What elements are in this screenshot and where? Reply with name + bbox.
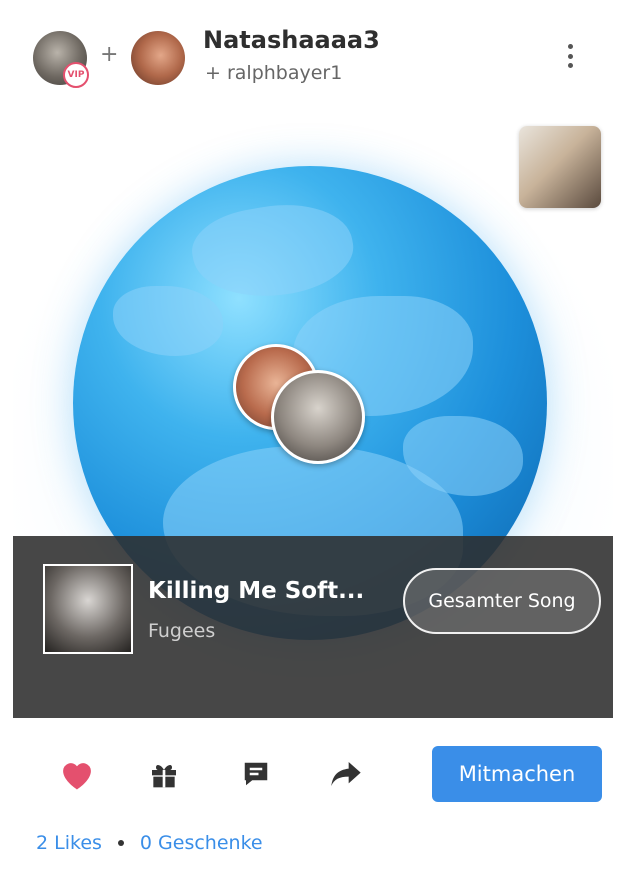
action-bar: Mitmachen xyxy=(0,740,626,810)
separator-dot xyxy=(117,840,124,846)
plus-sign: + xyxy=(100,42,119,67)
full-song-button[interactable]: Gesamter Song xyxy=(403,568,601,634)
likes-count[interactable]: 2 Likes xyxy=(36,832,102,854)
video-thumbnail[interactable] xyxy=(519,126,601,208)
post-stats: 2 Likes 0 Geschenke xyxy=(36,832,263,854)
globe-landmass xyxy=(186,192,360,310)
share-icon[interactable] xyxy=(326,754,366,794)
heart-icon[interactable] xyxy=(57,754,97,794)
song-artist[interactable]: Fugees xyxy=(148,620,215,642)
song-bar: Killing Me Soft... Fugees Gesamter Song xyxy=(13,536,613,718)
comment-icon[interactable] xyxy=(236,754,276,794)
song-title[interactable]: Killing Me Soft... xyxy=(148,578,364,604)
username[interactable]: Natashaaaa3 xyxy=(203,26,380,54)
partner-avatar[interactable] xyxy=(131,31,185,85)
song-cover[interactable] xyxy=(43,564,133,654)
post-header: VIP + Natashaaaa3 + ralphbayer1 xyxy=(0,0,626,112)
gift-icon[interactable] xyxy=(144,754,184,794)
join-button[interactable]: Mitmachen xyxy=(432,746,602,802)
globe-landmass xyxy=(113,286,223,356)
more-options-icon[interactable] xyxy=(558,40,582,72)
vip-badge: VIP xyxy=(63,62,89,88)
partner-username[interactable]: + ralphbayer1 xyxy=(205,62,342,84)
gifts-count[interactable]: 0 Geschenke xyxy=(140,832,263,854)
location-pin-avatar[interactable] xyxy=(271,370,365,464)
